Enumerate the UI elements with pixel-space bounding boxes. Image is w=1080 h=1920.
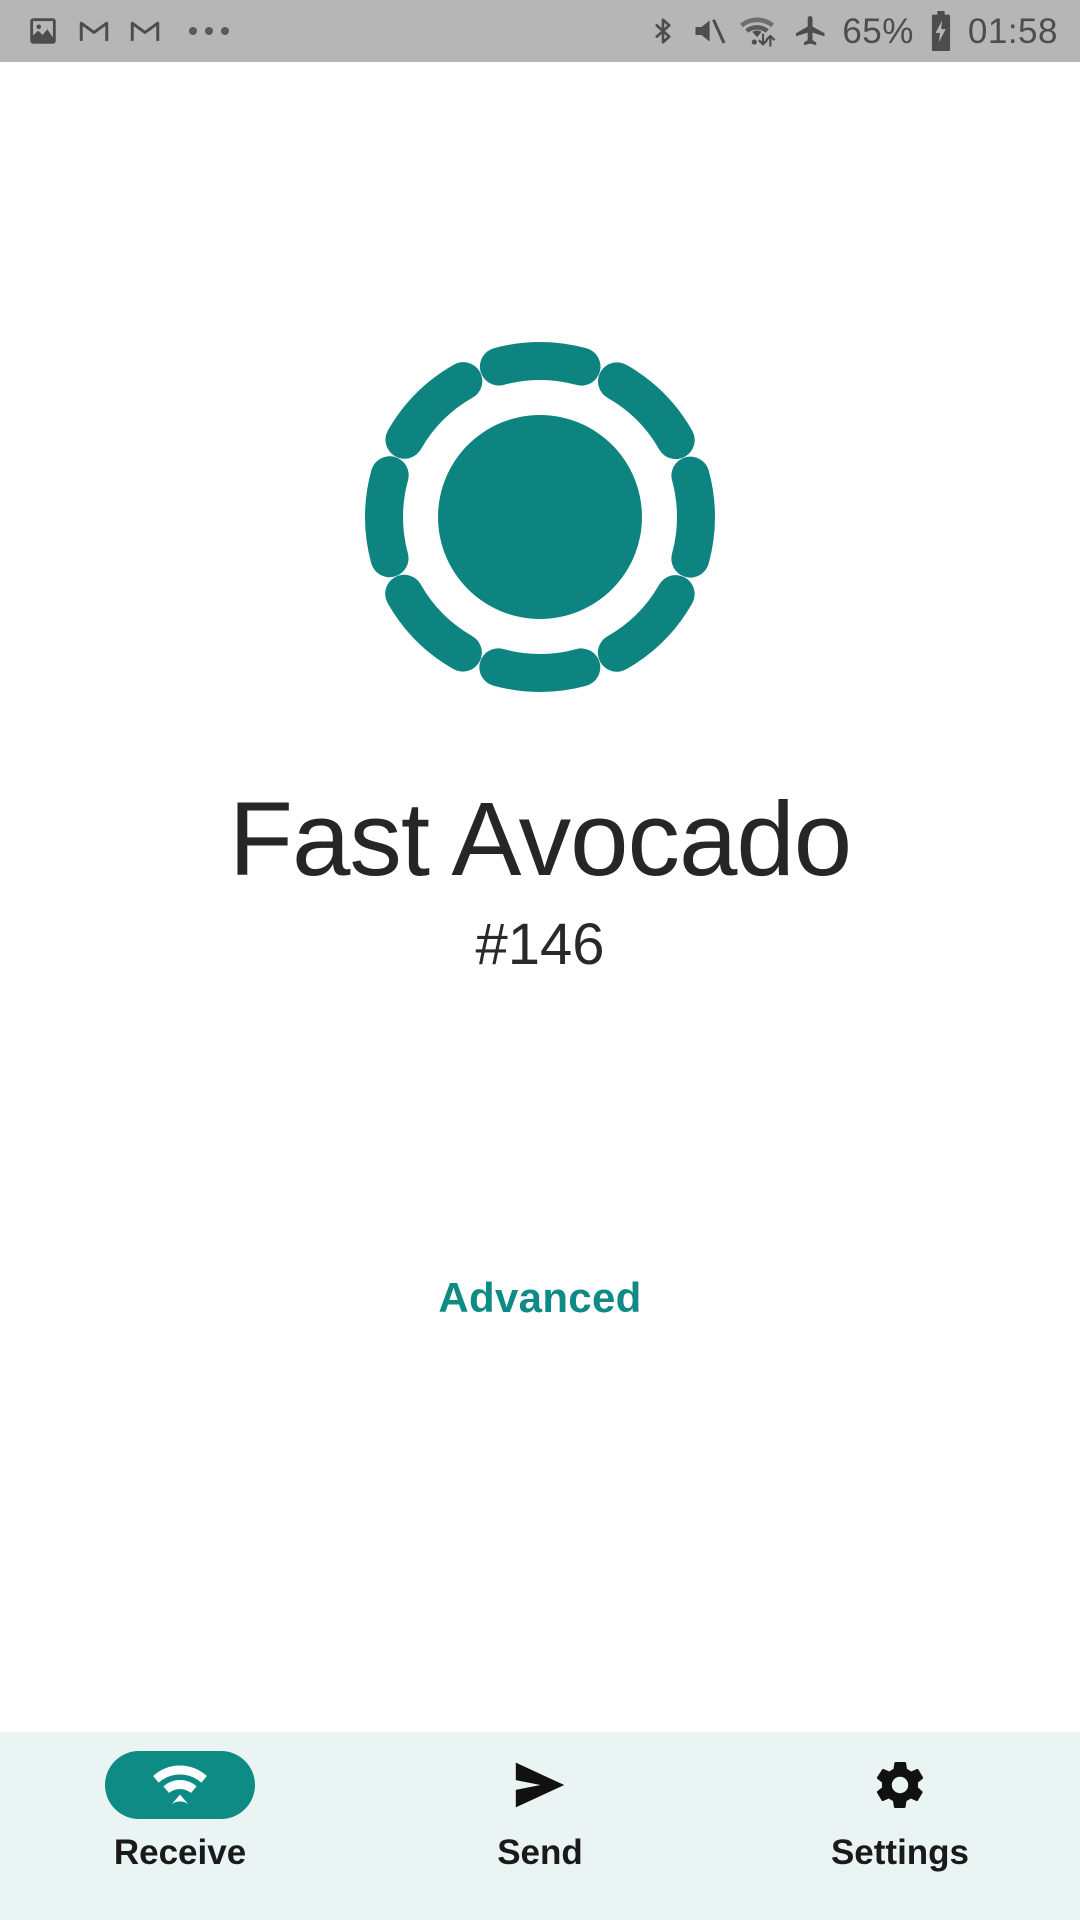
nav-label-send: Send	[497, 1833, 583, 1872]
device-name: Fast Avocado	[228, 781, 852, 898]
send-icon	[465, 1751, 615, 1819]
nav-label-settings: Settings	[830, 1833, 970, 1872]
battery-percent-label: 65%	[842, 11, 914, 51]
battery-charging-icon	[927, 11, 955, 51]
device-code: #146	[475, 912, 605, 978]
bottom-navigation-bar: Receive Send Settings	[0, 1732, 1080, 1920]
gmail-icon-2	[128, 14, 162, 48]
airplane-mode-icon	[793, 13, 829, 49]
nav-item-send[interactable]: Send	[360, 1751, 720, 1870]
wifi-icon	[105, 1751, 255, 1819]
app-screen: 65% 01:58 Fast Avocado #146 Advanced Rec…	[0, 0, 1080, 1920]
gear-icon	[825, 1751, 975, 1819]
status-bar-notifications	[26, 14, 229, 48]
clock-label: 01:58	[967, 11, 1058, 51]
more-notifications-icon	[189, 27, 229, 35]
nav-item-settings[interactable]: Settings	[720, 1751, 1080, 1870]
image-icon	[26, 14, 60, 48]
advanced-link[interactable]: Advanced	[0, 1274, 1080, 1322]
gmail-icon	[77, 14, 111, 48]
nav-item-receive[interactable]: Receive	[0, 1751, 360, 1870]
volume-mute-icon	[691, 13, 727, 49]
main-content: Fast Avocado #146 Advanced	[0, 62, 1080, 1732]
nav-label-receive: Receive	[113, 1833, 247, 1872]
status-bar-system-icons: 65% 01:58	[648, 11, 1058, 51]
status-bar: 65% 01:58	[0, 0, 1080, 62]
dotted-ring-logo	[340, 317, 740, 717]
wifi-data-icon	[740, 13, 780, 49]
bluetooth-icon	[648, 13, 678, 49]
